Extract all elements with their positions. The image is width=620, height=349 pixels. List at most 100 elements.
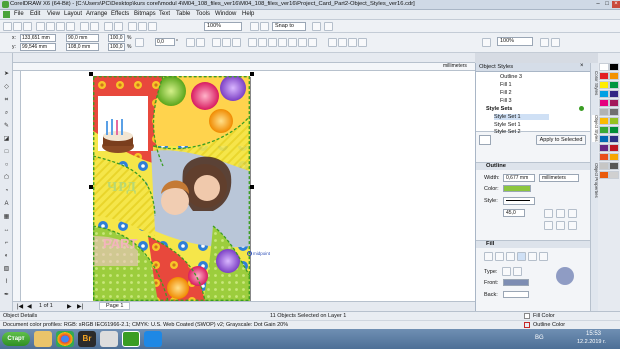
- line-cap-square-icon[interactable]: [568, 221, 577, 230]
- menu-arrange[interactable]: Arrange: [86, 11, 107, 17]
- fill-section-header[interactable]: Fill: [476, 240, 591, 248]
- outline-section-header[interactable]: Outline: [476, 162, 591, 170]
- palette-swatch[interactable]: [609, 153, 619, 161]
- full-screen-icon[interactable]: [250, 22, 259, 31]
- scale-y-field[interactable]: 100,0: [108, 43, 125, 51]
- start-button[interactable]: Старт: [2, 332, 30, 346]
- paste-icon[interactable]: [66, 22, 75, 31]
- menu-help[interactable]: Help: [242, 11, 254, 17]
- tree-item-style-set-2[interactable]: Style Set 2: [494, 129, 521, 135]
- outline-style-select[interactable]: [503, 197, 535, 205]
- uniform-fill-icon[interactable]: [495, 252, 504, 261]
- height-field[interactable]: 108,0 mm: [66, 43, 99, 51]
- options-icon[interactable]: [312, 22, 321, 31]
- menu-effects[interactable]: Effects: [111, 11, 129, 17]
- weld-icon[interactable]: [248, 38, 257, 47]
- align-distribute-icon[interactable]: [328, 38, 337, 47]
- menu-bitmaps[interactable]: Bitmaps: [134, 11, 156, 17]
- close-icon[interactable]: ×: [612, 1, 620, 8]
- minimize-icon[interactable]: –: [594, 1, 602, 8]
- blend-tool-icon[interactable]: ◐: [2, 252, 11, 261]
- ungroup-all-icon[interactable]: [232, 38, 241, 47]
- palette-swatch[interactable]: [599, 162, 609, 170]
- table-tool-icon[interactable]: ▦: [2, 213, 11, 222]
- palette-swatch[interactable]: [599, 81, 609, 89]
- calligraphy-angle-field[interactable]: 45,0: [503, 209, 525, 217]
- tree-item-outline3[interactable]: Outline 3: [500, 74, 522, 80]
- card-heading-text[interactable]: ЧРД: [107, 180, 137, 196]
- palette-swatch[interactable]: [609, 117, 619, 125]
- document-app-icon[interactable]: [100, 331, 118, 347]
- print-icon[interactable]: [36, 22, 45, 31]
- palette-swatch[interactable]: [599, 126, 609, 134]
- selection-handle-tr[interactable]: [250, 72, 254, 76]
- menu-window[interactable]: Window: [215, 11, 236, 17]
- to-front-icon[interactable]: [338, 38, 347, 47]
- next-page-icon[interactable]: ▶: [67, 303, 72, 310]
- save-icon[interactable]: [23, 22, 32, 31]
- tree-item-fill3[interactable]: Fill 3: [500, 98, 512, 104]
- fountain-fill-icon[interactable]: [506, 252, 515, 261]
- palette-swatch[interactable]: [609, 144, 619, 152]
- add-style-set-icon[interactable]: [579, 106, 584, 111]
- fill-back-color-picker[interactable]: [503, 291, 529, 298]
- palette-swatch[interactable]: [609, 63, 619, 71]
- open-icon[interactable]: [13, 22, 22, 31]
- menu-view[interactable]: View: [47, 11, 60, 17]
- basic-shapes-icon[interactable]: ◔: [2, 187, 11, 196]
- undo-icon[interactable]: [80, 22, 89, 31]
- palette-swatch[interactable]: [599, 117, 609, 125]
- connector-tool-icon[interactable]: ⌐: [2, 239, 11, 248]
- color-profiles-text[interactable]: Document color profiles: RGB: sRGB IEC61…: [3, 322, 288, 328]
- party-text[interactable]: PART: [103, 236, 137, 251]
- new-document-icon[interactable]: [3, 22, 12, 31]
- palette-swatch[interactable]: [609, 171, 619, 179]
- fill-color-swatch-icon[interactable]: [524, 313, 530, 319]
- teamviewer-icon[interactable]: [144, 331, 162, 347]
- ungroup-icon[interactable]: [222, 38, 231, 47]
- line-cap-icon[interactable]: [544, 221, 553, 230]
- rectangle-tool-icon[interactable]: □: [2, 148, 11, 157]
- menu-tools[interactable]: Tools: [196, 11, 210, 17]
- chrome-icon[interactable]: [56, 331, 74, 347]
- tree-item-fill1[interactable]: Fill 1: [500, 82, 512, 88]
- back-minus-front-icon[interactable]: [298, 38, 307, 47]
- trim-icon[interactable]: [258, 38, 267, 47]
- palette-swatch[interactable]: [609, 162, 619, 170]
- corner-bevel-icon[interactable]: [568, 209, 577, 218]
- copy-icon[interactable]: [56, 22, 65, 31]
- import-icon[interactable]: [104, 22, 113, 31]
- polygon-tool-icon[interactable]: ⬠: [2, 174, 11, 183]
- intersect-icon[interactable]: [268, 38, 277, 47]
- crop-tool-icon[interactable]: ⌗: [2, 96, 11, 105]
- palette-swatch[interactable]: [599, 135, 609, 143]
- pick-tool-icon[interactable]: ➤: [2, 70, 11, 79]
- palette-swatch[interactable]: [599, 153, 609, 161]
- palette-swatch[interactable]: [609, 81, 619, 89]
- corner-round-icon[interactable]: [556, 209, 565, 218]
- texture-fill-icon[interactable]: [528, 252, 537, 261]
- to-back-icon[interactable]: [348, 38, 357, 47]
- group-icon[interactable]: [212, 38, 221, 47]
- palette-swatch[interactable]: [609, 135, 619, 143]
- mirror-horizontal-icon[interactable]: [186, 38, 195, 47]
- publish-pdf-icon[interactable]: [128, 22, 137, 31]
- zoom-level-combo-2[interactable]: 100%: [497, 37, 533, 46]
- fill-type-swatch[interactable]: [502, 267, 511, 276]
- prev-page-icon[interactable]: ◀: [27, 303, 32, 310]
- clock-time[interactable]: 15:53: [586, 331, 601, 337]
- docker-close-icon[interactable]: ×: [580, 63, 584, 69]
- outline-color-picker[interactable]: [503, 185, 531, 192]
- palette-swatch[interactable]: [599, 108, 609, 116]
- line-cap-round-icon[interactable]: [556, 221, 565, 230]
- page-tab[interactable]: Page 1: [99, 302, 131, 310]
- palette-swatch[interactable]: [599, 63, 609, 71]
- palette-swatch[interactable]: [609, 90, 619, 98]
- create-boundary-icon[interactable]: [308, 38, 317, 47]
- file-explorer-icon[interactable]: [34, 331, 52, 347]
- fill-front-color-picker[interactable]: [503, 279, 529, 286]
- dimension-tool-icon[interactable]: ↔: [2, 226, 11, 235]
- cut-icon[interactable]: [46, 22, 55, 31]
- y-position-field[interactable]: 99,546 mm: [20, 43, 56, 51]
- palette-swatch[interactable]: [599, 72, 609, 80]
